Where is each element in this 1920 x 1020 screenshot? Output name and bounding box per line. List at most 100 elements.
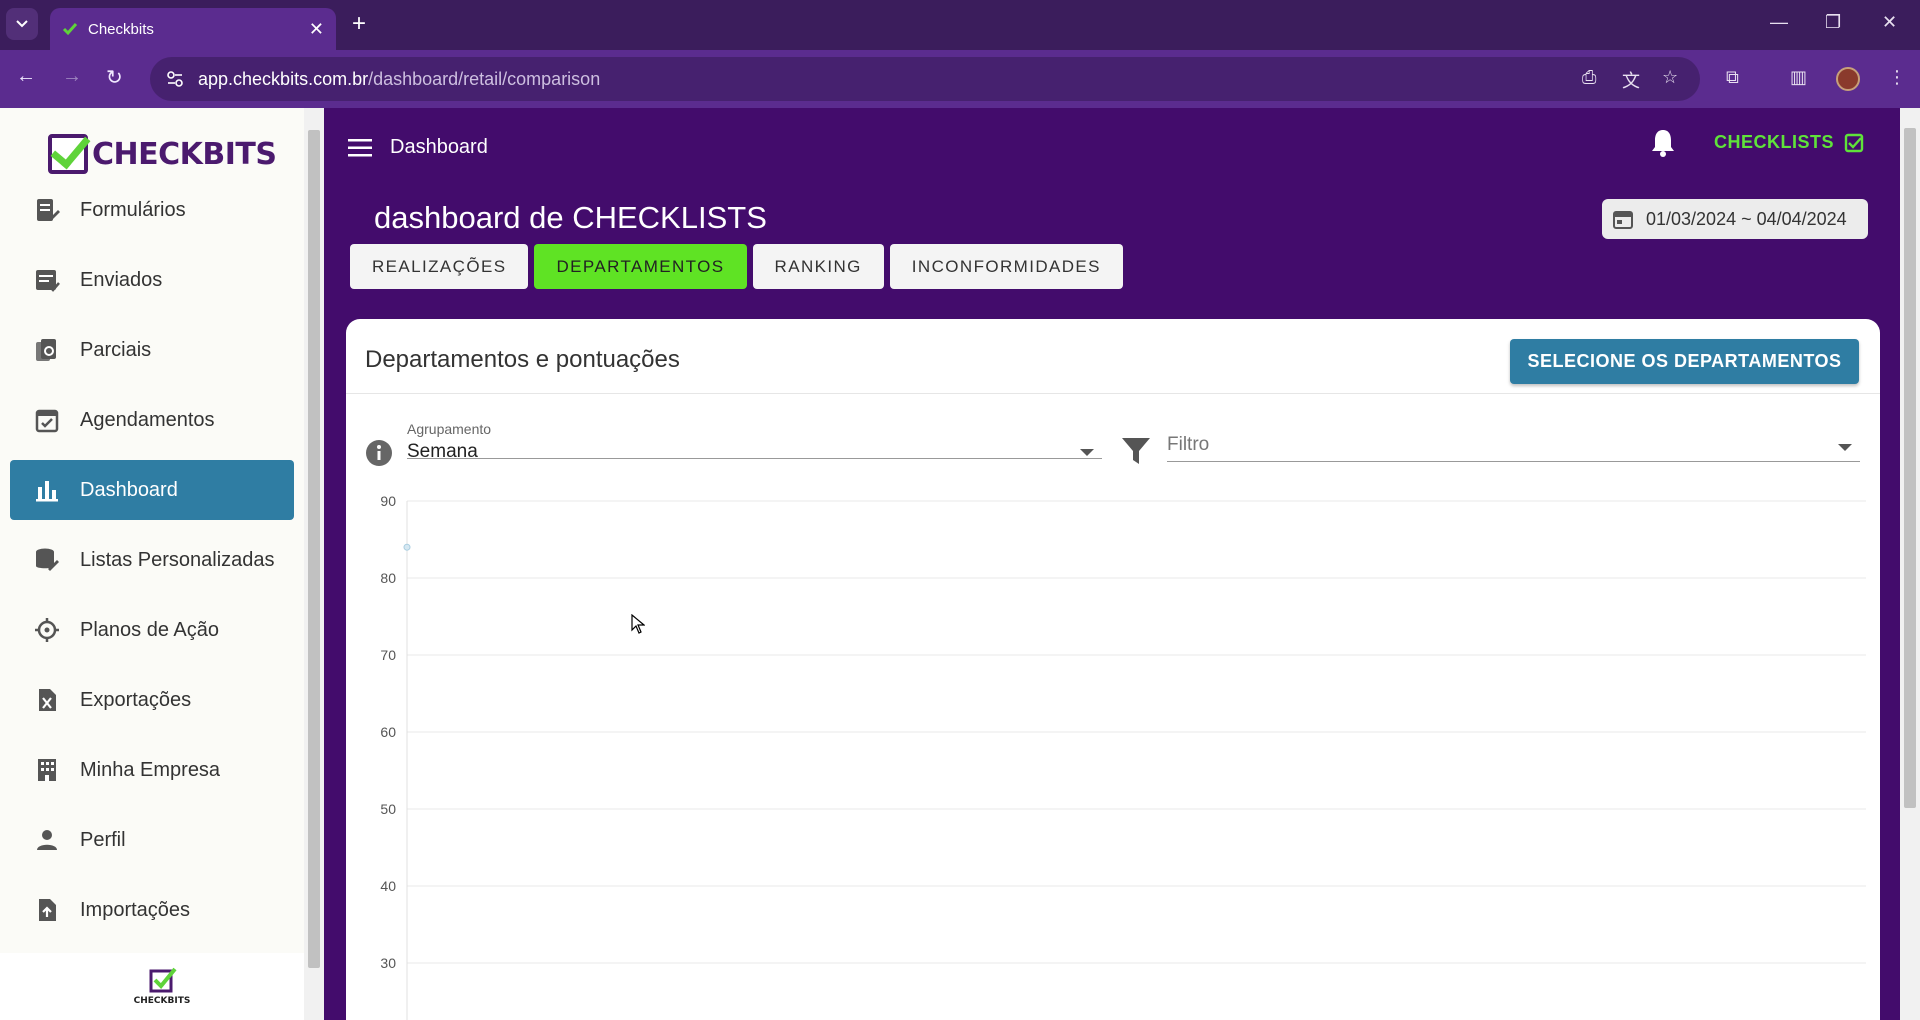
sidebar-item-label: Planos de Ação [80,618,219,641]
browser-tab[interactable]: Checkbits ✕ [50,8,336,50]
sidebar-item-planos-de-acao[interactable]: Planos de Ação [10,600,294,660]
form-edit-icon [10,197,80,223]
filter-icon[interactable] [1121,436,1151,471]
sidebar-item-importacoes[interactable]: Importações [10,880,294,940]
y-tick-label: 90 [380,493,396,509]
checkbits-logo[interactable]: CHECKBITS [48,134,277,174]
sidebar-item-minha-empresa[interactable]: Minha Empresa [10,740,294,800]
sidebar-scrollbar[interactable] [304,108,324,1020]
url-text: app.checkbits.com.br/dashboard/retail/co… [198,69,600,90]
sidebar-item-label: Dashboard [80,478,178,501]
sidebar-item-agendamentos[interactable]: Agendamentos [10,390,294,450]
browser-toolbar: ← → ↻ app.checkbits.com.br/dashboard/ret… [0,50,1920,108]
card-title: Departamentos e pontuações [365,346,680,373]
database-edit-icon [10,547,80,573]
tab-search-button[interactable] [6,8,38,40]
install-app-icon[interactable]: ⎙ [1582,67,1596,88]
topbar-title: Dashboard [390,136,488,158]
checkmark-favicon-icon [62,23,78,36]
page-scroll-thumb[interactable] [1904,128,1916,808]
reload-icon[interactable]: ↻ [106,65,123,90]
date-range-picker[interactable]: 01/03/2024 ~ 04/04/2024 [1602,199,1868,239]
logo-text: CHECKBITS [92,136,277,172]
upload-file-icon [10,897,80,923]
sidebar-item-enviados[interactable]: Enviados [10,250,294,310]
sidebar-item-label: Agendamentos [80,408,215,431]
sidebar: CHECKBITS Formulários Enviados Parciais … [0,108,324,1020]
sidebar-item-listas-personalizadas[interactable]: Listas Personalizadas [10,530,294,590]
data-point[interactable] [403,543,411,551]
sidebar-item-label: Formulários [80,198,186,221]
filter-select[interactable]: Filtro [1167,434,1860,462]
forward-icon[interactable]: → [62,65,82,88]
select-departments-button[interactable]: SELECIONE OS DEPARTAMENTOS [1510,339,1859,384]
tab-realizacoes[interactable]: REALIZAÇÕES [350,244,529,289]
sidebar-item-dashboard[interactable]: Dashboard [10,460,294,520]
translate-icon[interactable]: 文 [1622,67,1640,93]
bar-chart-icon [10,477,80,503]
sidebar-footer-logo: CHECKBITS [0,953,324,1020]
partial-docs-icon [10,337,80,363]
chevron-down-icon [16,20,28,28]
sidebar-item-exportacoes[interactable]: Exportações [10,670,294,730]
y-tick-label: 70 [380,647,396,663]
departments-line-chart: 90 80 70 60 50 40 30 [380,493,1866,1020]
profile-avatar[interactable] [1836,67,1860,91]
new-tab-button[interactable]: + [352,12,366,36]
checkbox-checked-icon [1844,133,1864,152]
info-icon[interactable] [365,439,393,472]
sidebar-scroll-thumb[interactable] [308,130,320,968]
sidebar-item-label: Minha Empresa [80,758,221,781]
sidebar-item-label: Parciais [80,338,152,361]
app-topbar: Dashboard CHECKLISTS [324,108,1900,188]
grouping-value: Semana [407,441,478,462]
extensions-icon[interactable]: ⧉ [1726,67,1739,88]
logo-check-mark [48,134,88,174]
y-tick-label: 40 [380,878,396,894]
crosshair-icon [10,617,80,643]
more-menu-icon[interactable]: ⋮ [1888,67,1906,88]
side-panel-icon[interactable]: ▥ [1790,67,1807,88]
url-host: app.checkbits.com.br [198,68,369,89]
checklists-link[interactable]: CHECKLISTS [1714,132,1864,153]
sidebar-item-label: Importações [80,898,191,921]
site-info-icon[interactable] [166,70,184,88]
calendar-icon [1613,211,1633,229]
sidebar-menu: Formulários Enviados Parciais Agendament… [10,180,294,950]
close-window-icon[interactable]: ✕ [1882,12,1897,33]
footer-logo-text: CHECKBITS [133,996,191,1006]
excel-file-icon [10,687,80,713]
notification-bell-icon[interactable] [1650,128,1676,163]
restore-icon[interactable]: ❐ [1825,12,1841,33]
sidebar-item-label: Exportações [80,688,192,711]
caret-down-icon [1838,444,1852,451]
dashboard-tabs: REALIZAÇÕES DEPARTAMENTOS RANKING INCONF… [350,244,1123,289]
calendar-check-icon [10,407,80,433]
footer-logo-mark [149,967,177,993]
card-header: Departamentos e pontuações SELECIONE OS … [346,319,1880,394]
person-icon [10,827,80,853]
tab-ranking[interactable]: RANKING [752,244,884,289]
address-bar[interactable]: app.checkbits.com.br/dashboard/retail/co… [150,57,1700,101]
sidebar-item-label: Enviados [80,268,163,291]
bookmark-star-icon[interactable]: ☆ [1662,67,1678,88]
grouping-select[interactable]: Agrupamento Semana [407,421,1102,462]
tab-departamentos[interactable]: DEPARTAMENTOS [534,244,747,289]
hamburger-menu-icon[interactable] [348,138,372,163]
grouping-label: Agrupamento [407,421,492,437]
tab-inconformidades[interactable]: INCONFORMIDADES [889,244,1123,289]
minimize-icon[interactable]: — [1770,12,1788,33]
page-title: dashboard de CHECKLISTS [374,200,767,235]
page-scrollbar[interactable] [1900,108,1920,1020]
date-range-text: 01/03/2024 ~ 04/04/2024 [1646,208,1847,229]
sidebar-item-label: Perfil [80,828,126,851]
back-icon[interactable]: ← [16,65,36,88]
sidebar-item-formularios[interactable]: Formulários [10,180,294,240]
y-tick-label: 60 [380,724,396,740]
mouse-cursor [631,613,646,639]
sidebar-item-perfil[interactable]: Perfil [10,810,294,870]
y-tick-label: 30 [380,955,396,971]
building-icon [10,757,80,783]
close-tab-icon[interactable]: ✕ [309,19,324,40]
sidebar-item-parciais[interactable]: Parciais [10,320,294,380]
